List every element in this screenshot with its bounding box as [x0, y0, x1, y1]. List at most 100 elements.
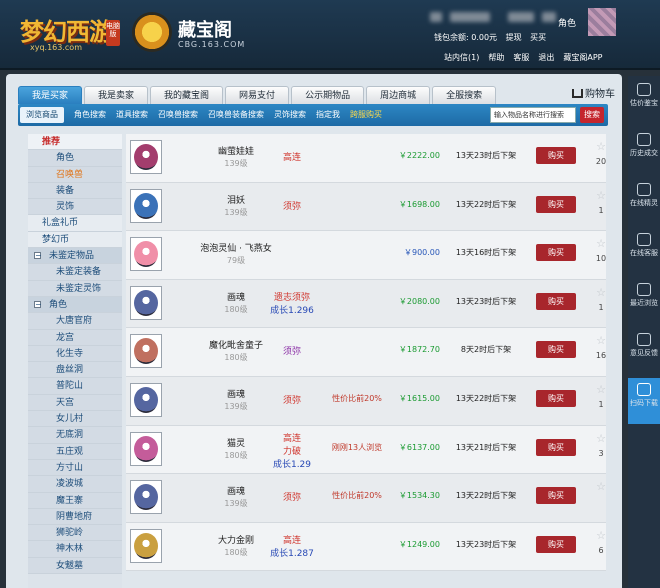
subnav-item-7[interactable]: 跨服购买 [350, 104, 382, 126]
item-row[interactable]: 猫灵 180级 高连 力破 成长1.29 刚刚13人浏览 ￥6137.00 13天21时后下架… [126, 425, 606, 475]
sidebar-item-23[interactable]: 阴曹地府 [28, 508, 122, 526]
sidebar-item-2[interactable]: 召唤兽 [28, 166, 122, 183]
sidebar-item-10[interactable]: − 角色 [28, 296, 122, 314]
subnav-item-4[interactable]: 召唤兽装备搜索 [208, 104, 264, 126]
sidebar-item-18[interactable]: 无底洞 [28, 427, 122, 444]
item-avatar[interactable] [130, 285, 162, 320]
item-row[interactable]: 画魂 139级 须弥 性价比前20% ￥1615.00 13天22时后下架 购买 ☆ 1 [126, 376, 606, 426]
buy-button[interactable]: 购买 [536, 487, 576, 505]
tab-2[interactable]: 我的藏宝阁 [150, 86, 224, 104]
sidebar-item-3[interactable]: 装备 [28, 182, 122, 200]
item-row[interactable]: 画魂 139级 须弥 性价比前20% ￥1534.30 13天22时后下架 购买 ☆ [126, 474, 606, 523]
item-name[interactable]: 泡泡灵仙 · 飞燕女 [186, 241, 286, 254]
sidebar-item-26[interactable]: 女魃墓 [28, 557, 122, 575]
buy-button[interactable]: 购买 [536, 438, 576, 456]
item-avatar[interactable] [130, 480, 162, 515]
subnav-item-6[interactable]: 指定我 [316, 104, 340, 126]
header-link-4[interactable]: 藏宝阁APP [563, 53, 602, 62]
item-avatar[interactable] [130, 528, 162, 563]
item-avatar[interactable] [130, 382, 162, 417]
sidebar-item-11[interactable]: 大唐官府 [28, 313, 122, 330]
sidebar-item-17[interactable]: 女儿村 [28, 411, 122, 428]
search-button[interactable]: 搜索 [580, 107, 604, 123]
favorite-star-icon[interactable]: ☆ [594, 432, 606, 445]
sidebar-item-8[interactable]: 未鉴定装备 [28, 264, 122, 281]
sidebar-item-15[interactable]: 普陀山 [28, 378, 122, 395]
buy-button[interactable]: 购买 [536, 389, 576, 407]
favorite-star-icon[interactable]: ☆ [594, 286, 606, 299]
header-link-0[interactable]: 站内信(1) [444, 53, 479, 62]
rightbar-history[interactable]: 历史成交 [628, 128, 660, 174]
sidebar-item-13[interactable]: 化生寺 [28, 345, 122, 363]
buy-button[interactable]: 购买 [536, 147, 576, 164]
tab-6[interactable]: 全服搜索 [432, 86, 497, 104]
buy-link[interactable]: 买买 [530, 33, 546, 42]
item-row[interactable]: 泡泡灵仙 · 飞燕女 79级 ￥900.00 13天16时后下架 购买 ☆ 10 [126, 231, 606, 280]
sidebar-item-4[interactable]: 灵饰 [28, 199, 122, 216]
header-link-2[interactable]: 客服 [513, 53, 529, 62]
subnav-item-2[interactable]: 道具搜索 [116, 104, 148, 126]
tab-0[interactable]: 我是买家 [18, 86, 83, 104]
item-row[interactable]: 大力金刚 180级 高连 成长1.287 ￥1249.00 13天23时后下架 购买 ☆ 6 [126, 522, 606, 572]
subnav-item-1[interactable]: 角色搜索 [74, 104, 106, 126]
sidebar-item-6[interactable]: 梦幻币 [28, 231, 122, 249]
rightbar-recent[interactable]: 最近浏览 [628, 278, 660, 324]
tab-5[interactable]: 周边商城 [366, 86, 431, 104]
collapse-icon[interactable]: − [34, 300, 42, 308]
search-input[interactable]: 输入物品名称进行搜索 [490, 107, 576, 123]
favorite-star-icon[interactable]: ☆ [594, 383, 606, 396]
favorite-star-icon[interactable]: ☆ [594, 334, 606, 347]
collapse-icon[interactable]: − [34, 252, 42, 260]
buy-button[interactable]: 购买 [536, 341, 576, 359]
item-avatar[interactable] [130, 431, 162, 466]
favorite-star-icon[interactable]: ☆ [594, 237, 606, 250]
sidebar-item-14[interactable]: 盘丝洞 [28, 362, 122, 379]
favorite-star-icon[interactable]: ☆ [594, 189, 606, 202]
header-link-3[interactable]: 退出 [538, 53, 554, 62]
tab-3[interactable]: 网易支付 [225, 86, 290, 104]
sidebar-item-9[interactable]: 未鉴定灵饰 [28, 280, 122, 297]
sidebar-item-1[interactable]: 角色 [28, 150, 122, 167]
sidebar-item-5[interactable]: 礼盒礼币 [28, 215, 122, 232]
item-avatar[interactable] [130, 334, 162, 369]
buy-button[interactable]: 购买 [536, 195, 576, 213]
sidebar-item-20[interactable]: 方寸山 [28, 459, 122, 477]
rightbar-service[interactable]: 在线客服 [628, 228, 660, 274]
sidebar-item-7[interactable]: − 未鉴定物品 [28, 248, 122, 265]
sidebar-item-0[interactable]: 推荐 [28, 134, 122, 151]
cbg-logo[interactable]: 藏宝阁 CBG.163.COM [132, 12, 244, 56]
item-row[interactable]: 泪妖 139级 须弥 ￥1698.00 13天22时后下架 购买 ☆ 1 [126, 182, 606, 232]
game-logo[interactable]: 梦幻西游 xyq.163.com 电脑版 [18, 10, 126, 56]
rightbar-qrcode[interactable]: 扫码下载 [628, 378, 660, 424]
avatar[interactable] [588, 8, 616, 36]
item-avatar[interactable] [130, 237, 162, 272]
sidebar-item-12[interactable]: 龙宫 [28, 329, 122, 346]
favorite-star-icon[interactable]: ☆ [594, 529, 606, 542]
subnav-item-5[interactable]: 灵饰搜索 [274, 104, 306, 126]
header-link-1[interactable]: 帮助 [488, 53, 504, 62]
sidebar-item-25[interactable]: 神木林 [28, 541, 122, 558]
buy-button[interactable]: 购买 [536, 244, 576, 262]
tab-1[interactable]: 我是卖家 [84, 86, 149, 104]
cart-button[interactable]: 购物车 [572, 85, 615, 100]
rightbar-appraise[interactable]: 估价鉴宝 [628, 78, 660, 124]
item-row[interactable]: 幽萤娃娃 139级 高连 ￥2222.00 13天23时后下架 购买 ☆ 20 [126, 134, 606, 183]
sidebar-item-19[interactable]: 五庄观 [28, 443, 122, 460]
item-avatar[interactable] [130, 188, 162, 223]
subnav-item-0[interactable]: 浏览商品 [20, 107, 64, 123]
rightbar-feedback[interactable]: 意见反馈 [628, 328, 660, 374]
role-label[interactable]: 角色 [558, 16, 576, 29]
sidebar-item-16[interactable]: 天宫 [28, 394, 122, 412]
rightbar-assistant[interactable]: 在线精灵 [628, 178, 660, 224]
tab-4[interactable]: 公示期物品 [291, 86, 365, 104]
sidebar-item-21[interactable]: 凌波城 [28, 476, 122, 493]
buy-button[interactable]: 购买 [536, 292, 576, 310]
subnav-item-3[interactable]: 召唤兽搜索 [158, 104, 198, 126]
item-row[interactable]: 魔化毗舍童子 180级 须弥 ￥1872.70 8天2时后下架 购买 ☆ 16 [126, 328, 606, 377]
sidebar-item-24[interactable]: 狮驼岭 [28, 525, 122, 542]
favorite-star-icon[interactable]: ☆ [594, 140, 606, 153]
withdraw-link[interactable]: 提现 [506, 33, 522, 42]
buy-button[interactable]: 购买 [536, 535, 576, 553]
favorite-star-icon[interactable]: ☆ [594, 480, 606, 493]
sidebar-item-22[interactable]: 魔王寨 [28, 492, 122, 509]
